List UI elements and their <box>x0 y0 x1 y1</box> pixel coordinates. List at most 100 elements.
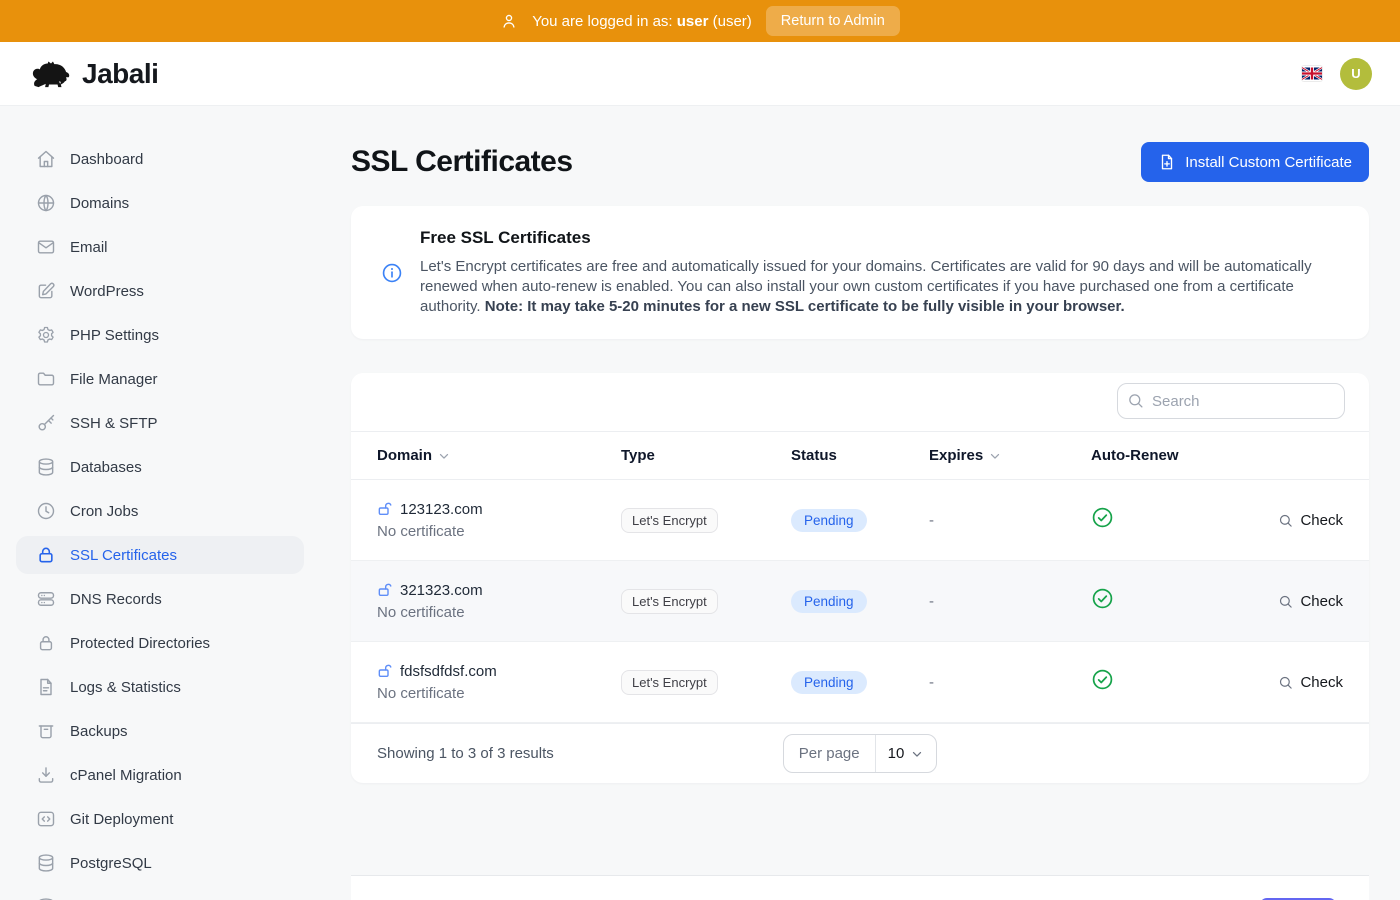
user-avatar[interactable]: U <box>1340 58 1372 90</box>
sidebar: Dashboard Domains Email WordPress PHP Se… <box>0 106 320 900</box>
impersonation-banner: You are logged in as: user (user) Return… <box>0 0 1400 42</box>
sidebar-item-label: Protected Directories <box>70 635 210 652</box>
info-card-body: Let's Encrypt certificates are free and … <box>420 257 1339 317</box>
lock-icon <box>36 633 56 653</box>
download-icon <box>36 765 56 785</box>
unlock-icon <box>377 582 393 598</box>
install-button-label: Install Custom Certificate <box>1185 154 1352 171</box>
unlock-icon <box>377 501 393 517</box>
app-header: Jabali U <box>0 42 1400 106</box>
check-certificate-button[interactable]: Check <box>1278 674 1343 691</box>
sidebar-item-backups[interactable]: Backups <box>16 712 304 750</box>
sidebar-item-dashboard[interactable]: Dashboard <box>16 140 304 178</box>
clock-icon <box>36 501 56 521</box>
auto-renew-check-icon[interactable] <box>1091 668 1114 691</box>
sidebar-item-overflow[interactable] <box>16 888 304 900</box>
column-header-expires[interactable]: Expires <box>929 447 1091 464</box>
sidebar-item-label: PHP Settings <box>70 327 159 344</box>
return-to-admin-button[interactable]: Return to Admin <box>766 6 900 36</box>
per-page-control: Per page 10 <box>783 734 938 773</box>
database-icon <box>36 853 56 873</box>
column-header-type: Type <box>621 447 791 464</box>
certificate-info: No certificate <box>377 604 621 621</box>
code-icon <box>36 809 56 829</box>
sidebar-item-logs-statistics[interactable]: Logs & Statistics <box>16 668 304 706</box>
sidebar-item-git-deployment[interactable]: Git Deployment <box>16 800 304 838</box>
boar-logo-icon <box>30 58 72 90</box>
domain-name: fdsfsdfdsf.com <box>400 663 497 680</box>
globe-icon <box>36 193 56 213</box>
sidebar-item-label: Databases <box>70 459 142 476</box>
sidebar-item-label: SSL Certificates <box>70 547 177 564</box>
chevron-down-icon <box>910 747 924 761</box>
sidebar-item-dns-records[interactable]: DNS Records <box>16 580 304 618</box>
search-icon <box>1278 513 1293 528</box>
search-icon <box>1278 594 1293 609</box>
info-card-note: Note: It may take 5-20 minutes for a new… <box>485 298 1125 315</box>
sidebar-item-databases[interactable]: Databases <box>16 448 304 486</box>
sidebar-item-postgresql[interactable]: PostgreSQL <box>16 844 304 882</box>
sidebar-item-label: Cron Jobs <box>70 503 138 520</box>
language-flag-uk-icon[interactable] <box>1302 66 1322 81</box>
sidebar-item-ssl-certificates[interactable]: SSL Certificates <box>16 536 304 574</box>
user-icon <box>500 12 518 30</box>
mail-icon <box>36 237 56 257</box>
logged-in-message: You are logged in as: user (user) <box>532 13 752 30</box>
file-text-icon <box>36 677 56 697</box>
sidebar-item-ssh-sftp[interactable]: SSH & SFTP <box>16 404 304 442</box>
column-header-domain[interactable]: Domain <box>377 447 621 464</box>
certificates-table-card: Domain Type Status Expires Auto-Renew 12… <box>351 373 1369 783</box>
per-page-label: Per page <box>784 735 875 772</box>
install-custom-certificate-button[interactable]: Install Custom Certificate <box>1141 142 1369 182</box>
column-header-status: Status <box>791 447 929 464</box>
certificate-info: No certificate <box>377 523 621 540</box>
search-input[interactable] <box>1117 383 1345 419</box>
site-footer: Jabali Panel GitHub • © 2026 Jabali v0.9… <box>351 875 1369 900</box>
sidebar-item-protected-directories[interactable]: Protected Directories <box>16 624 304 662</box>
type-badge: Let's Encrypt <box>621 508 718 533</box>
sidebar-item-email[interactable]: Email <box>16 228 304 266</box>
type-badge: Let's Encrypt <box>621 589 718 614</box>
sidebar-item-php-settings[interactable]: PHP Settings <box>16 316 304 354</box>
table-row: 123123.com No certificate Let's Encrypt … <box>351 480 1369 561</box>
home-icon <box>36 149 56 169</box>
table-row: fdsfsdfdsf.com No certificate Let's Encr… <box>351 642 1369 723</box>
sidebar-item-label: Domains <box>70 195 129 212</box>
edit-icon <box>36 281 56 301</box>
sidebar-item-label: Dashboard <box>70 151 143 168</box>
chevron-down-icon <box>988 449 1002 463</box>
results-summary: Showing 1 to 3 of 3 results <box>377 745 783 762</box>
sidebar-item-domains[interactable]: Domains <box>16 184 304 222</box>
sidebar-item-cpanel-migration[interactable]: cPanel Migration <box>16 756 304 794</box>
check-certificate-button[interactable]: Check <box>1278 593 1343 610</box>
info-icon <box>381 262 403 284</box>
domain-name: 321323.com <box>400 582 483 599</box>
table-pagination: Showing 1 to 3 of 3 results Per page 10 <box>351 723 1369 783</box>
key-icon <box>36 413 56 433</box>
auto-renew-check-icon[interactable] <box>1091 587 1114 610</box>
sidebar-item-label: DNS Records <box>70 591 162 608</box>
table-header-row: Domain Type Status Expires Auto-Renew <box>351 431 1369 480</box>
chevron-down-icon <box>437 449 451 463</box>
folder-icon <box>36 369 56 389</box>
auto-renew-check-icon[interactable] <box>1091 506 1114 529</box>
page-title: SSL Certificates <box>351 145 573 179</box>
free-ssl-info-card: Free SSL Certificates Let's Encrypt cert… <box>351 206 1369 339</box>
per-page-select[interactable]: 10 <box>875 735 937 772</box>
sidebar-item-label: Logs & Statistics <box>70 679 181 696</box>
sidebar-item-label: PostgreSQL <box>70 855 152 872</box>
archive-icon <box>36 721 56 741</box>
search-icon <box>1278 675 1293 690</box>
info-card-title: Free SSL Certificates <box>420 228 1339 248</box>
table-row: 321323.com No certificate Let's Encrypt … <box>351 561 1369 642</box>
sidebar-item-label: cPanel Migration <box>70 767 182 784</box>
sidebar-item-label: WordPress <box>70 283 144 300</box>
check-certificate-button[interactable]: Check <box>1278 512 1343 529</box>
sidebar-item-label: Email <box>70 239 108 256</box>
brand[interactable]: Jabali <box>30 58 158 90</box>
sidebar-item-cron-jobs[interactable]: Cron Jobs <box>16 492 304 530</box>
status-badge: Pending <box>791 509 867 532</box>
sidebar-item-wordpress[interactable]: WordPress <box>16 272 304 310</box>
expires-value: - <box>929 674 1091 691</box>
sidebar-item-file-manager[interactable]: File Manager <box>16 360 304 398</box>
